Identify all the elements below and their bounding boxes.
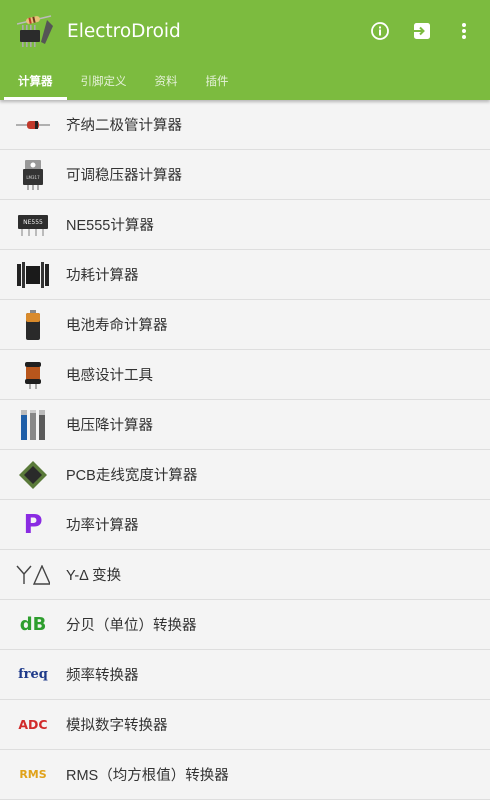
- item-label: 电池寿命计算器: [66, 318, 168, 334]
- wires-icon: [13, 409, 53, 441]
- decibel-text: dB: [19, 614, 47, 635]
- tab-resources[interactable]: 资料: [141, 62, 192, 100]
- rms-text: RMS: [19, 768, 47, 781]
- list-item-power-calculator[interactable]: P 功率计算器: [0, 500, 490, 550]
- svg-text:LM317: LM317: [26, 175, 40, 180]
- list-item-inductor-design[interactable]: 电感设计工具: [0, 350, 490, 400]
- info-button[interactable]: [366, 17, 394, 45]
- ne555-chip-text: NE555: [23, 219, 43, 226]
- zener-diode-icon: [13, 109, 53, 141]
- item-label: RMS（均方根值）转换器: [66, 768, 229, 784]
- adc-icon: ADC: [13, 709, 53, 741]
- item-label: 模拟数字转换器: [66, 718, 168, 734]
- decibel-icon: dB: [13, 609, 53, 641]
- list-item-adc[interactable]: ADC 模拟数字转换器: [0, 700, 490, 750]
- app-title: ElectroDroid: [67, 20, 181, 42]
- list-item-power-dissipation[interactable]: 功耗计算器: [0, 250, 490, 300]
- frequency-text: freq: [18, 667, 48, 682]
- toolbar: ElectroDroid: [0, 0, 490, 62]
- list-item-battery-life[interactable]: 电池寿命计算器: [0, 300, 490, 350]
- rms-icon: RMS: [13, 759, 53, 791]
- tab-plugins[interactable]: 插件: [192, 62, 243, 100]
- calculator-list: 齐纳二极管计算器 LM317 可调稳压器计算器 NE555 NE555计算器 功…: [0, 100, 490, 800]
- power-p-icon: P: [13, 509, 53, 541]
- tab-calculators[interactable]: 计算器: [4, 62, 67, 100]
- list-item-ne555[interactable]: NE555 NE555计算器: [0, 200, 490, 250]
- item-label: NE555计算器: [66, 218, 154, 234]
- item-label: 电感设计工具: [66, 368, 153, 384]
- item-label: Y-Δ 变换: [66, 568, 122, 584]
- item-label: 可调稳压器计算器: [66, 168, 182, 184]
- list-item-adjustable-regulator[interactable]: LM317 可调稳压器计算器: [0, 150, 490, 200]
- info-circle-icon: [371, 22, 389, 40]
- frequency-icon: freq: [13, 659, 53, 691]
- list-item-voltage-drop[interactable]: 电压降计算器: [0, 400, 490, 450]
- item-label: PCB走线宽度计算器: [66, 468, 198, 484]
- battery-icon: [13, 309, 53, 341]
- list-item-zener-diode[interactable]: 齐纳二极管计算器: [0, 100, 490, 150]
- ne555-chip-icon: NE555: [13, 209, 53, 241]
- exit-button[interactable]: [408, 17, 436, 45]
- exit-app-icon: [414, 23, 430, 39]
- adc-text: ADC: [18, 717, 48, 732]
- more-options-button[interactable]: [450, 17, 478, 45]
- item-label: 功率计算器: [66, 518, 139, 534]
- pcb-chip-icon: [13, 459, 53, 491]
- list-item-rms[interactable]: RMS RMS（均方根值）转换器: [0, 750, 490, 800]
- item-label: 功耗计算器: [66, 268, 139, 284]
- app-logo-icon: [17, 15, 53, 47]
- item-label: 齐纳二极管计算器: [66, 118, 182, 134]
- item-label: 频率转换器: [66, 668, 139, 684]
- item-label: 分贝（单位）转换器: [66, 618, 197, 634]
- list-item-pcb-trace-width[interactable]: PCB走线宽度计算器: [0, 450, 490, 500]
- app-bar: ElectroDroid 计算器 引脚定义 资料 插件: [0, 0, 490, 100]
- list-item-frequency[interactable]: freq 频率转换器: [0, 650, 490, 700]
- tab-pinouts[interactable]: 引脚定义: [67, 62, 141, 100]
- power-p-text: P: [23, 509, 43, 540]
- more-vert-icon: [462, 23, 466, 39]
- item-label: 电压降计算器: [66, 418, 153, 434]
- y-delta-icon: [13, 559, 53, 591]
- list-item-y-delta[interactable]: Y-Δ 变换: [0, 550, 490, 600]
- voltage-regulator-icon: LM317: [13, 159, 53, 191]
- tab-bar: 计算器 引脚定义 资料 插件: [0, 62, 490, 100]
- list-item-decibel[interactable]: dB 分贝（单位）转换器: [0, 600, 490, 650]
- heatsink-icon: [13, 259, 53, 291]
- inductor-icon: [13, 359, 53, 391]
